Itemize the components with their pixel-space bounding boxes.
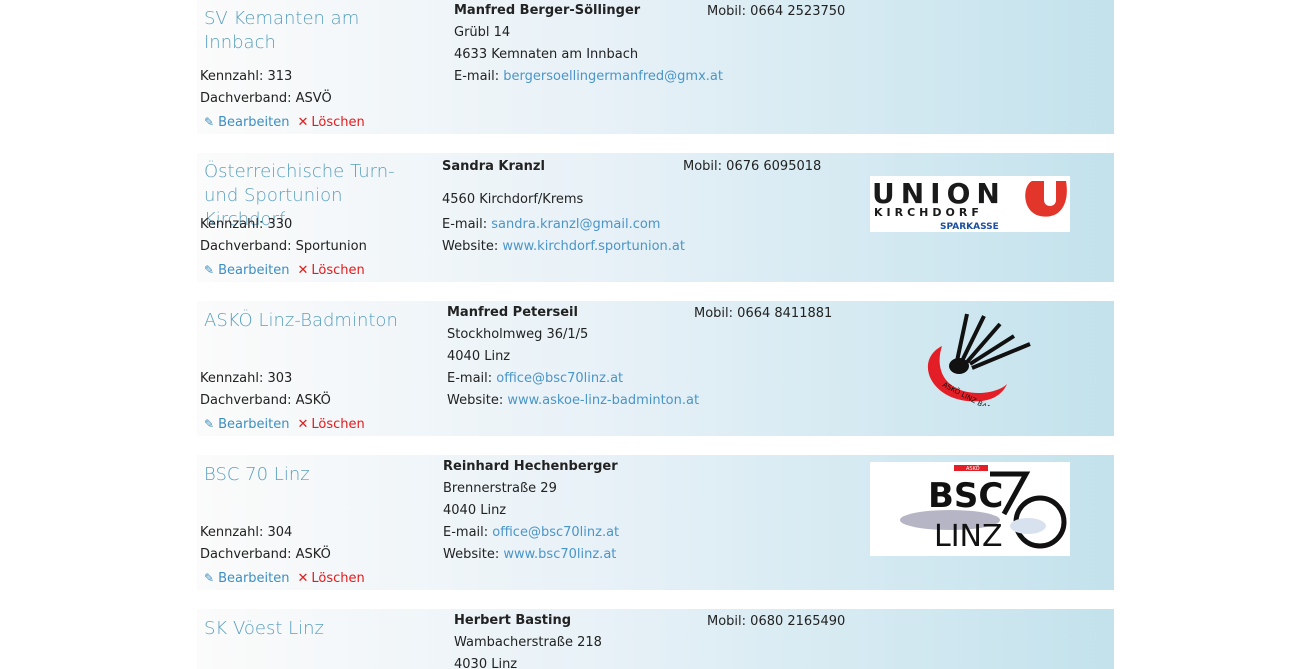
club-name: SK Vöest Linz [204, 618, 324, 639]
pencil-icon: ✎ [204, 571, 215, 585]
close-icon: ✕ [297, 571, 309, 586]
club-card: ASKÖ Linz-Badminton Kennzahl: 303 Dachve… [197, 301, 1114, 436]
close-icon: ✕ [297, 115, 309, 130]
logo-text-linz: LINZ [934, 519, 1003, 554]
contact-website: Website: www.bsc70linz.at [443, 547, 617, 562]
pencil-icon: ✎ [204, 263, 215, 277]
club-dachverband: Dachverband: ASKÖ [200, 547, 331, 562]
contact-name: Herbert Basting [454, 613, 572, 628]
contact-block: Manfred Berger-Söllinger Grübl 14 4633 K… [454, 0, 723, 88]
club-dachverband: Dachverband: ASVÖ [200, 91, 332, 106]
contact-block: Herbert Basting Wambacherstraße 218 4030… [454, 610, 602, 669]
club-dachverband: Dachverband: ASKÖ [200, 393, 331, 408]
club-logo-bsc70: ASKÖ BSC LINZ [870, 462, 1070, 556]
delete-button[interactable]: ✕ Löschen [298, 571, 365, 586]
contact-city: 4040 Linz [447, 349, 511, 364]
contact-website: Website: www.kirchdorf.sportunion.at [442, 239, 685, 254]
club-actions: ✎ Bearbeiten ✕ Löschen [204, 571, 365, 586]
website-link[interactable]: www.kirchdorf.sportunion.at [502, 239, 685, 254]
delete-button[interactable]: ✕ Löschen [298, 263, 365, 278]
contact-block: Manfred Peterseil Stockholmweg 36/1/5 40… [447, 302, 699, 412]
logo-tag: ASKÖ [966, 465, 980, 472]
contact-email: E-mail: office@bsc70linz.at [447, 371, 624, 386]
pencil-icon: ✎ [204, 115, 215, 129]
edit-button[interactable]: ✎ Bearbeiten [204, 115, 290, 130]
email-link[interactable]: office@bsc70linz.at [492, 525, 619, 540]
contact-city: 4560 Kirchdorf/Krems [442, 192, 584, 207]
club-actions: ✎ Bearbeiten ✕ Löschen [204, 263, 365, 278]
club-card: BSC 70 Linz Kennzahl: 304 Dachverband: A… [197, 455, 1114, 590]
club-logo-askoe-badminton: ASKÖ LINZ BADMINTON [912, 306, 1042, 427]
club-dachverband: Dachverband: Sportunion [200, 239, 367, 254]
shuttlecock-icon [1010, 518, 1046, 534]
logo-text-kirchdorf: KIRCHDORF [874, 206, 983, 219]
contact-street: Grübl 14 [454, 25, 511, 40]
club-card: SV Kemanten am Innbach Kennzahl: 313 Dac… [197, 0, 1114, 134]
contact-mobil: Mobil: 0664 8411881 [694, 306, 833, 321]
union-shape-icon [1025, 181, 1067, 217]
club-kennzahl: Kennzahl: 303 [200, 371, 293, 386]
email-link[interactable]: office@bsc70linz.at [496, 371, 623, 386]
contact-city: 4633 Kemnaten am Innbach [454, 47, 639, 62]
edit-button[interactable]: ✎ Bearbeiten [204, 571, 290, 586]
pencil-icon: ✎ [204, 417, 215, 431]
contact-website: Website: www.askoe-linz-badminton.at [447, 393, 700, 408]
club-logo-union-kirchdorf: UNION KIRCHDORF SPARKASSE [870, 176, 1070, 232]
contact-block: Reinhard Hechenberger Brennerstraße 29 4… [443, 456, 619, 566]
club-actions: ✎ Bearbeiten ✕ Löschen [204, 417, 365, 432]
contact-street: Brennerstraße 29 [443, 481, 557, 496]
contact-city: 4030 Linz [454, 657, 518, 669]
edit-button[interactable]: ✎ Bearbeiten [204, 417, 290, 432]
contact-mobil: Mobil: 0680 2165490 [707, 614, 846, 629]
contact-email: E-mail: bergersoellingermanfred@gmx.at [454, 69, 723, 84]
email-link[interactable]: bergersoellingermanfred@gmx.at [503, 69, 723, 84]
club-kennzahl: Kennzahl: 313 [200, 69, 293, 84]
contact-street: Stockholmweg 36/1/5 [447, 327, 589, 342]
club-card: Österreichische Turn- und Sportunion Kir… [197, 153, 1114, 282]
contact-city: 4040 Linz [443, 503, 507, 518]
contact-name: Sandra Kranzl [442, 159, 545, 174]
close-icon: ✕ [297, 263, 309, 278]
logo-text-bsc: BSC [928, 476, 1003, 516]
website-link[interactable]: www.bsc70linz.at [503, 547, 616, 562]
email-link[interactable]: sandra.kranzl@gmail.com [491, 217, 660, 232]
contact-email: E-mail: office@bsc70linz.at [443, 525, 620, 540]
club-actions: ✎ Bearbeiten ✕ Löschen [204, 115, 365, 130]
contact-name: Manfred Peterseil [447, 305, 578, 320]
club-kennzahl: Kennzahl: 304 [200, 525, 293, 540]
contact-email: E-mail: sandra.kranzl@gmail.com [442, 217, 661, 232]
club-name: BSC 70 Linz [204, 464, 310, 485]
logo-arc-text: ASKÖ LINZ BADMINTON [941, 380, 1018, 406]
contact-name: Reinhard Hechenberger [443, 459, 618, 474]
club-name: SV Kemanten am Innbach [204, 8, 360, 53]
club-kennzahl: Kennzahl: 330 [200, 217, 293, 232]
edit-button[interactable]: ✎ Bearbeiten [204, 263, 290, 278]
contact-mobil: Mobil: 0664 2523750 [707, 4, 846, 19]
website-link[interactable]: www.askoe-linz-badminton.at [507, 393, 699, 408]
delete-button[interactable]: ✕ Löschen [298, 115, 365, 130]
club-name: ASKÖ Linz-Badminton [204, 310, 398, 331]
shuttlecock-icon [955, 313, 1031, 370]
club-card: SK Vöest Linz Herbert Basting Wambachers… [197, 609, 1114, 669]
close-icon: ✕ [297, 417, 309, 432]
logo-text-sparkasse: SPARKASSE [940, 222, 999, 232]
delete-button[interactable]: ✕ Löschen [298, 417, 365, 432]
contact-name: Manfred Berger-Söllinger [454, 3, 641, 18]
contact-street: Wambacherstraße 218 [454, 635, 602, 650]
contact-mobil: Mobil: 0676 6095018 [683, 159, 822, 174]
